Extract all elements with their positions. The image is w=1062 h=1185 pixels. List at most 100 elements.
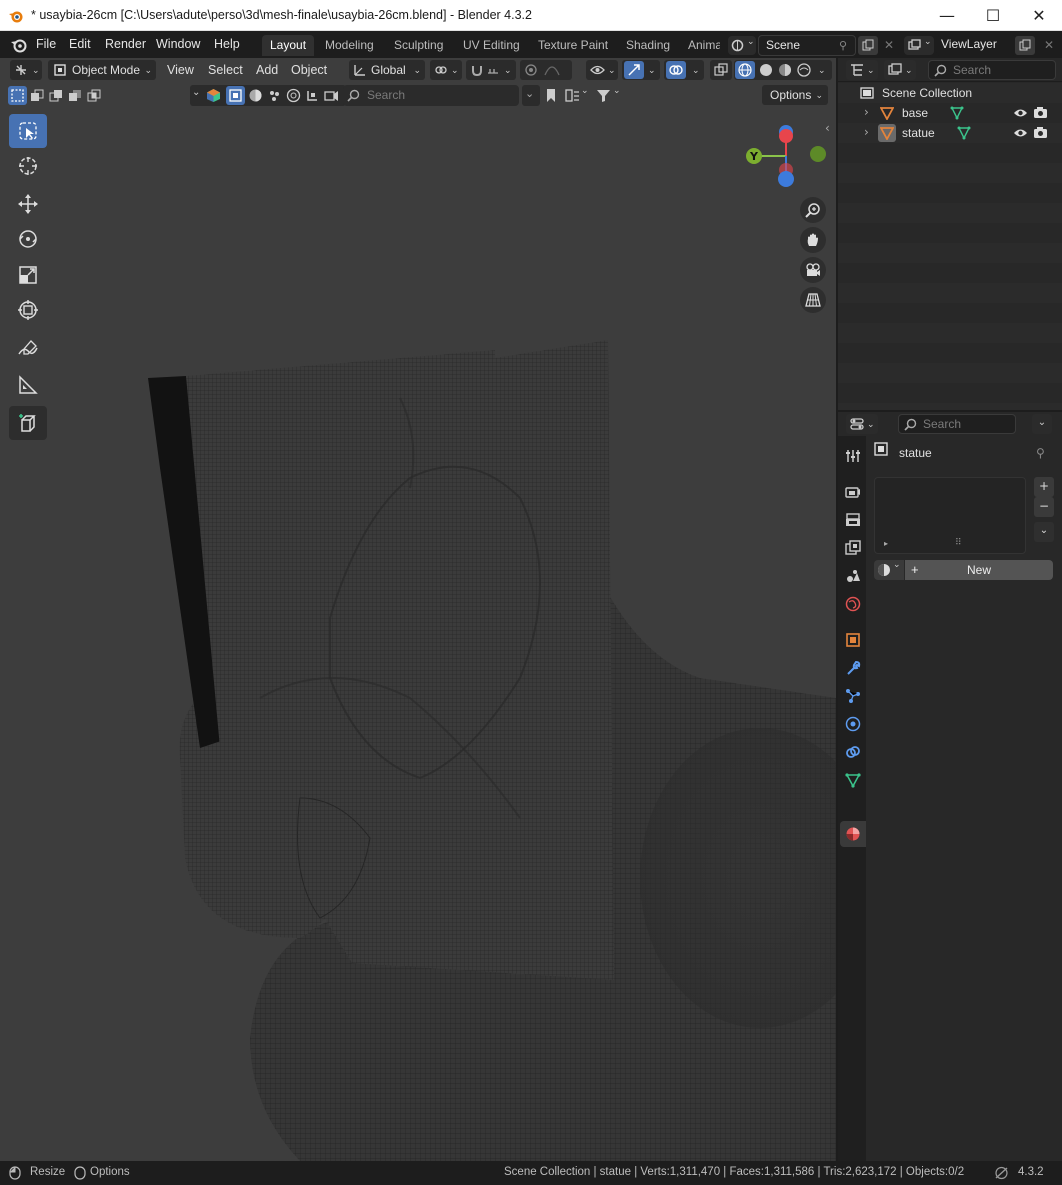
properties-search-input[interactable]: Search: [898, 414, 1016, 434]
expand-triangle-icon[interactable]: ▸: [884, 539, 888, 548]
new-view-layer-button[interactable]: [1015, 36, 1035, 55]
tab-texture-paint[interactable]: Texture Paint: [530, 35, 616, 56]
outliner-row-base[interactable]: › base: [838, 103, 1062, 123]
measure-tool[interactable]: [9, 368, 47, 402]
select-box-tool[interactable]: [9, 114, 47, 148]
render-camera-icon[interactable]: [1033, 106, 1048, 120]
tab-view-layer[interactable]: [842, 537, 864, 559]
outliner-search-input[interactable]: Search: [928, 60, 1056, 80]
visibility-dropdown[interactable]: ⌄: [586, 60, 618, 80]
solid-shading-icon[interactable]: [759, 63, 773, 77]
eye-icon[interactable]: [1013, 126, 1028, 140]
close-button[interactable]: ✕: [1016, 0, 1062, 31]
chevron-down-icon[interactable]: ⌄: [192, 87, 200, 98]
wireframe-shading-button[interactable]: [735, 61, 755, 79]
selectable-toggle[interactable]: [226, 86, 245, 105]
annotate-tool[interactable]: [9, 332, 47, 366]
tab-scene[interactable]: [842, 565, 864, 587]
sort-button[interactable]: ⌄: [563, 85, 589, 106]
new-scene-button[interactable]: [858, 36, 878, 55]
tab-world[interactable]: [842, 593, 864, 615]
eye-icon[interactable]: [1013, 106, 1028, 120]
blender-menu-icon[interactable]: [10, 37, 28, 53]
tab-sculpting[interactable]: Sculpting: [386, 35, 451, 56]
menu-select[interactable]: Select: [208, 63, 243, 77]
proportional-editing-button[interactable]: [520, 60, 572, 80]
material-preview-icon[interactable]: [778, 63, 792, 77]
select-invert-icon[interactable]: [68, 89, 82, 103]
options-dropdown[interactable]: Options ⌄: [762, 85, 828, 105]
move-tool[interactable]: [9, 187, 47, 221]
slot-specials-chevron-icon[interactable]: ⌄: [1034, 522, 1054, 542]
tab-material[interactable]: [840, 821, 866, 847]
camera-toggle-icon[interactable]: [324, 88, 339, 103]
gizmo-x-axis[interactable]: [779, 129, 793, 143]
delete-scene-icon[interactable]: ✕: [880, 36, 898, 55]
outliner-editor-type-button[interactable]: ⌄: [846, 60, 878, 80]
snapping-button[interactable]: ⌄: [466, 60, 516, 80]
pin-icon[interactable]: ⚲: [1036, 446, 1045, 460]
pivot-point-button[interactable]: ⌄: [430, 60, 462, 80]
mesh-data-icon[interactable]: [957, 126, 971, 140]
rotate-tool[interactable]: [9, 222, 47, 256]
tab-modifiers[interactable]: [842, 657, 864, 679]
menu-render[interactable]: Render: [105, 37, 146, 51]
expand-chevron-icon[interactable]: ›: [864, 105, 869, 119]
outliner-row-statue[interactable]: › statue: [838, 123, 1062, 143]
search-filter-toggle[interactable]: ⌄: [522, 85, 540, 106]
add-cube-tool[interactable]: [9, 406, 47, 440]
tab-physics[interactable]: [842, 713, 864, 735]
menu-help[interactable]: Help: [214, 37, 240, 51]
tab-constraints[interactable]: [842, 741, 864, 763]
object-types-icon[interactable]: [206, 88, 221, 103]
tab-render[interactable]: [842, 481, 864, 503]
render-camera-icon[interactable]: [1033, 126, 1048, 140]
gizmo-neg-y-axis[interactable]: [810, 146, 826, 162]
view-layer-name-field[interactable]: ViewLayer: [936, 35, 1016, 56]
display-mode-button[interactable]: ⌄: [884, 60, 916, 80]
sphere-grid-icon[interactable]: [286, 88, 301, 103]
menu-view[interactable]: View: [167, 63, 194, 77]
gizmo-z-axis[interactable]: [778, 171, 794, 187]
view-layer-selector-button[interactable]: ⌄: [904, 36, 934, 55]
overlays-toggle-button[interactable]: ⌄: [664, 60, 704, 80]
3d-viewport[interactable]: ⌄ Object Mode ⌄ View Select Add Object G…: [0, 58, 836, 1161]
menu-object[interactable]: Object: [291, 63, 327, 77]
remove-material-slot-button[interactable]: −: [1034, 497, 1054, 517]
tab-particles[interactable]: [842, 685, 864, 707]
scale-tool[interactable]: [9, 258, 47, 292]
tab-output[interactable]: [842, 509, 864, 531]
gizmo-toggle-button[interactable]: ⌄: [622, 60, 660, 80]
properties-editor-type-button[interactable]: ⌄: [846, 414, 878, 434]
mesh-data-icon[interactable]: [950, 106, 964, 120]
scene-selector-button[interactable]: ⌄: [728, 36, 756, 55]
expand-chevron-icon[interactable]: ›: [864, 125, 869, 139]
tab-modeling[interactable]: Modeling: [317, 35, 382, 56]
maximize-button[interactable]: ☐: [970, 0, 1016, 31]
camera-view-button[interactable]: [800, 257, 826, 283]
minimize-button[interactable]: —: [924, 0, 970, 31]
perspective-toggle-button[interactable]: [800, 287, 826, 313]
tab-object[interactable]: [842, 629, 864, 651]
xray-toggle-button[interactable]: [710, 60, 732, 80]
rendered-shading-icon[interactable]: [797, 63, 811, 77]
particles-toggle-icon[interactable]: [267, 88, 282, 103]
material-slot-list[interactable]: ▸ ⠿: [874, 477, 1026, 554]
transform-tool[interactable]: [9, 293, 47, 327]
new-material-button[interactable]: + New: [905, 560, 1053, 580]
select-extend-icon[interactable]: [30, 89, 44, 103]
add-material-slot-button[interactable]: +: [1034, 477, 1054, 497]
bookmark-button[interactable]: [542, 85, 560, 106]
zoom-button[interactable]: [800, 197, 826, 223]
transform-orientation-dropdown[interactable]: Global ⌄: [349, 60, 425, 80]
select-subtract-icon[interactable]: [49, 89, 63, 103]
pan-button[interactable]: [800, 227, 826, 253]
menu-window[interactable]: Window: [156, 37, 200, 51]
solid-sphere-icon[interactable]: [248, 88, 263, 103]
menu-file[interactable]: File: [36, 37, 56, 51]
tab-shading[interactable]: Shading: [618, 35, 678, 56]
object-mode-dropdown[interactable]: Object Mode ⌄: [48, 60, 156, 80]
menu-edit[interactable]: Edit: [69, 37, 91, 51]
viewport-search-input[interactable]: Search: [343, 85, 519, 106]
cursor-tool[interactable]: [9, 149, 47, 183]
